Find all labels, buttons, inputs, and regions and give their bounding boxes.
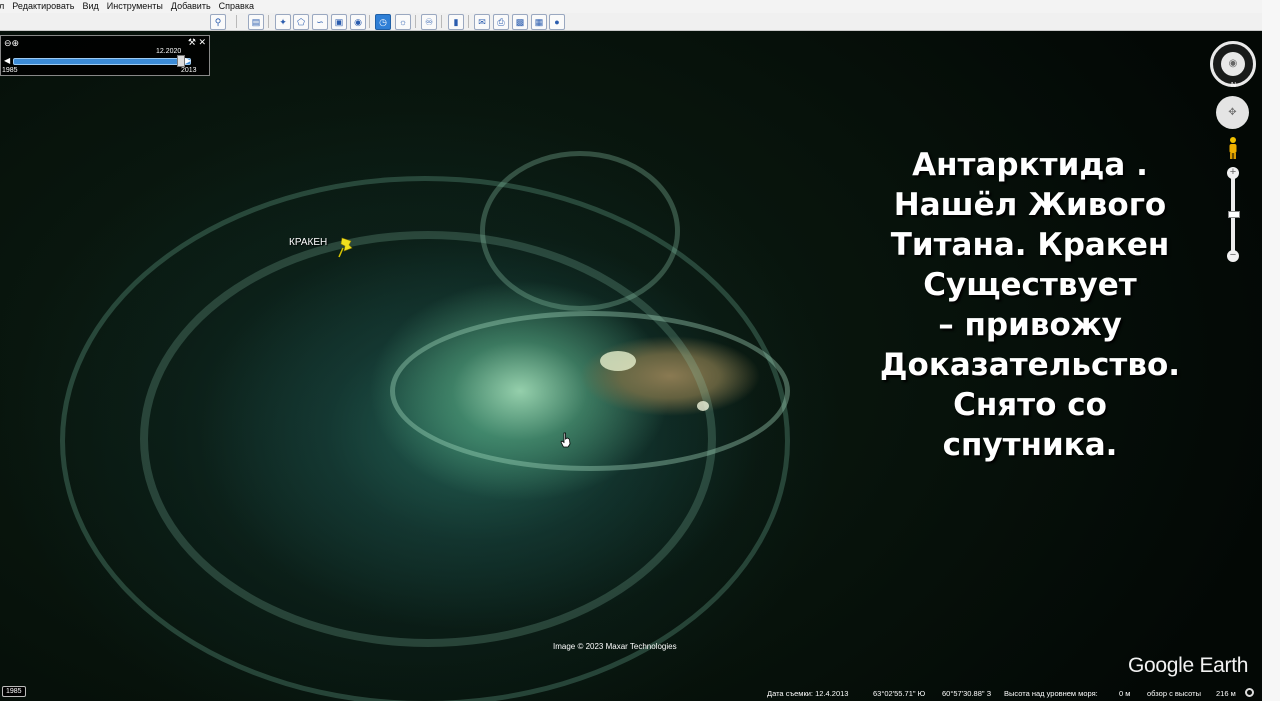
menu-help[interactable]: Справка <box>215 0 258 13</box>
eye-altitude-label: обзор с высоты <box>1147 689 1201 698</box>
elevation-value: 0 м <box>1119 689 1131 698</box>
ruler-icon[interactable]: ▮ <box>448 14 464 30</box>
zoom-slider-thumb[interactable] <box>1228 211 1240 218</box>
sunlight-icon[interactable]: ☼ <box>395 14 411 30</box>
view-in-maps-icon[interactable]: ▦ <box>531 14 547 30</box>
window-edge <box>1262 0 1280 701</box>
latitude-readout: 63°02'55.71" Ю <box>873 689 926 698</box>
zoom-out-icon[interactable]: − <box>1227 250 1239 262</box>
toolbar: ⚲ ▤ ✦ ⬠ ∽ ▣ ◉ ◷ ☼ ♾ ▮ ✉ ⎙ ▩ ▦ ● <box>0 13 1262 31</box>
overlay-caption: Антарктида . Нашёл Живого Титана. Кракен… <box>868 145 1192 465</box>
bright-spot <box>600 351 636 371</box>
time-slider-panel: ⊖⊕ ⚒ ✕ 12.2020 ◀ ▶ 1985 2013 <box>0 35 210 76</box>
menu-tools[interactable]: Инструменты <box>103 0 167 13</box>
pegman-icon[interactable] <box>1227 136 1239 160</box>
toolbar-divider <box>369 15 370 28</box>
look-joystick-icon[interactable]: ◉ <box>1221 52 1245 76</box>
record-tour-icon[interactable]: ◉ <box>350 14 366 30</box>
capture-date: Дата съемки: 12.4.2013 <box>767 689 849 698</box>
wrench-icon[interactable]: ⚒ <box>188 37 196 47</box>
zoom-in-icon[interactable]: + <box>1227 167 1239 179</box>
caption-line: Существует <box>923 267 1137 303</box>
streaming-status-icon <box>1245 688 1254 697</box>
wrench-close-controls: ⚒ ✕ <box>188 37 206 48</box>
status-bar: Дата съемки: 12.4.2013 63°02'55.71" Ю 60… <box>0 686 1262 700</box>
time-slider-track[interactable] <box>13 58 191 65</box>
add-overlay-icon[interactable]: ▣ <box>331 14 347 30</box>
time-slider-thumb[interactable] <box>177 55 185 67</box>
caption-line: спутника. <box>942 427 1118 463</box>
caption-line: Антарктида . <box>912 147 1148 183</box>
caption-line: – привожу <box>938 307 1122 343</box>
caption-line: Титана. Кракен <box>890 227 1170 263</box>
compass-icon[interactable]: ◉ N <box>1210 41 1256 89</box>
add-path-icon[interactable]: ∽ <box>312 14 328 30</box>
add-placemark-icon[interactable]: ✦ <box>275 14 291 30</box>
toolbar-divider <box>441 15 442 28</box>
bright-spot <box>697 401 709 411</box>
eye-altitude-value: 216 м <box>1216 689 1236 698</box>
slider-date: 12.2020 <box>156 48 182 55</box>
save-image-icon[interactable]: ▩ <box>512 14 528 30</box>
email-icon[interactable]: ✉ <box>474 14 490 30</box>
menu-add[interactable]: Добавить <box>167 0 215 13</box>
sidebar-toggle-icon[interactable]: ▤ <box>248 14 264 30</box>
menu-bar: йл Редактировать Вид Инструменты Добавит… <box>0 0 1262 14</box>
imagery-ring <box>480 151 680 311</box>
add-polygon-icon[interactable]: ⬠ <box>293 14 309 30</box>
zoom-icon[interactable]: ⊖⊕ <box>4 38 19 49</box>
menu-edit[interactable]: Редактировать <box>8 0 78 13</box>
caption-line: Доказательство. <box>879 347 1181 383</box>
caption-line: Снято со <box>953 387 1107 423</box>
imagery-ring <box>390 311 790 471</box>
historical-imagery-icon[interactable]: ◷ <box>375 14 391 30</box>
close-icon[interactable]: ✕ <box>198 37 206 47</box>
caption-line: Нашёл Живого <box>893 187 1167 223</box>
yellow-pushpin-icon[interactable] <box>337 236 355 258</box>
planets-icon[interactable]: ♾ <box>421 14 437 30</box>
google-earth-logo: Google Earth <box>1128 654 1249 677</box>
search-icon[interactable]: ⚲ <box>210 14 226 30</box>
toolbar-divider <box>268 15 269 28</box>
year-max: 2013 <box>181 67 197 74</box>
imagery-attribution: Image © 2023 Maxar Technologies <box>553 642 677 651</box>
toolbar-divider <box>468 15 469 28</box>
placemark-label[interactable]: КРАКЕН <box>289 237 327 248</box>
earth-gallery-icon[interactable]: ● <box>549 14 565 30</box>
previous-icon[interactable]: ◀ <box>4 56 10 65</box>
next-icon[interactable]: ▶ <box>185 56 191 65</box>
longitude-readout: 60°57'30.88" З <box>942 689 992 698</box>
elevation-label: Высота над уровнем моря: <box>1004 689 1098 698</box>
north-marker: N <box>1231 82 1237 89</box>
hand-cursor-icon <box>560 432 571 448</box>
year-min: 1985 <box>2 67 18 74</box>
menu-file[interactable]: йл <box>0 0 8 13</box>
toolbar-divider <box>236 15 237 28</box>
print-icon[interactable]: ⎙ <box>493 14 509 30</box>
toolbar-divider <box>415 15 416 28</box>
move-joystick-icon[interactable]: ✥ <box>1216 96 1249 129</box>
menu-view[interactable]: Вид <box>78 0 102 13</box>
